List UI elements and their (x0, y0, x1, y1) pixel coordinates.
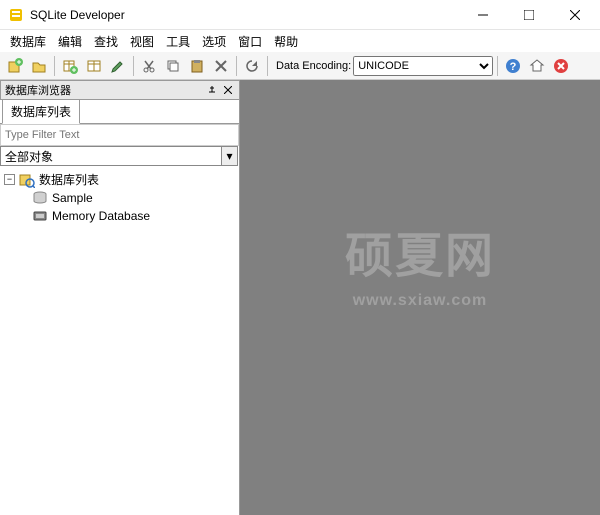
refresh-button[interactable] (241, 55, 263, 77)
menu-tool[interactable]: 工具 (160, 31, 196, 52)
encoding-label: Data Encoding: (276, 60, 351, 72)
menubar: 数据库 编辑 查找 视图 工具 选项 窗口 帮助 (0, 30, 600, 52)
toolbar: Data Encoding: UNICODE ? (0, 52, 600, 80)
menu-option[interactable]: 选项 (196, 31, 232, 52)
memory-db-icon (32, 208, 48, 224)
app-icon (8, 7, 24, 23)
menu-query[interactable]: 查找 (88, 31, 124, 52)
sidebar: 数据库浏览器 数据库列表 全部对象 ▾ − 数据库列表 Sample (0, 80, 240, 515)
new-db-button[interactable] (4, 55, 26, 77)
object-filter-combo[interactable]: 全部对象 ▾ (0, 146, 238, 166)
object-filter-value: 全部对象 (1, 148, 221, 165)
sidebar-tabs: 数据库列表 (0, 100, 239, 124)
tab-db-list[interactable]: 数据库列表 (2, 99, 80, 124)
separator (236, 56, 237, 76)
chevron-down-icon[interactable]: ▾ (221, 147, 237, 165)
main-area: 硕夏网 www.sxiaw.com (240, 80, 600, 515)
pin-icon[interactable] (205, 83, 219, 97)
collapse-icon[interactable]: − (4, 174, 15, 185)
open-db-button[interactable] (28, 55, 50, 77)
paste-button[interactable] (186, 55, 208, 77)
panel-close-icon[interactable] (221, 83, 235, 97)
separator (267, 56, 268, 76)
tree-item[interactable]: Sample (4, 189, 235, 207)
tree-root-label: 数据库列表 (39, 171, 99, 188)
tree-item-label: Sample (52, 191, 93, 205)
app-title: SQLite Developer (30, 8, 460, 22)
separator (133, 56, 134, 76)
separator (497, 56, 498, 76)
cut-button[interactable] (138, 55, 160, 77)
menu-window[interactable]: 窗口 (232, 31, 268, 52)
edit-button[interactable] (107, 55, 129, 77)
watermark-url: www.sxiaw.com (345, 292, 495, 310)
filter-input[interactable] (0, 124, 239, 146)
copy-button[interactable] (162, 55, 184, 77)
db-tree: − 数据库列表 Sample Memory Database (0, 166, 239, 515)
panel-header: 数据库浏览器 (0, 80, 239, 100)
panel-title-text: 数据库浏览器 (5, 82, 71, 98)
search-db-icon (19, 172, 35, 188)
tree-item[interactable]: Memory Database (4, 207, 235, 225)
menu-help[interactable]: 帮助 (268, 31, 304, 52)
home-button[interactable] (526, 55, 548, 77)
menu-view[interactable]: 视图 (124, 31, 160, 52)
menu-edit[interactable]: 编辑 (52, 31, 88, 52)
window-controls (460, 0, 598, 30)
encoding-select[interactable]: UNICODE (353, 56, 493, 76)
tree-root[interactable]: − 数据库列表 (4, 170, 235, 189)
separator (54, 56, 55, 76)
titlebar: SQLite Developer (0, 0, 600, 30)
menu-database[interactable]: 数据库 (4, 31, 52, 52)
stop-button[interactable] (550, 55, 572, 77)
watermark: 硕夏网 www.sxiaw.com (345, 216, 495, 310)
close-button[interactable] (552, 0, 598, 30)
svg-text:?: ? (510, 61, 517, 73)
watermark-text: 硕夏网 (345, 216, 495, 286)
minimize-button[interactable] (460, 0, 506, 30)
tree-item-label: Memory Database (52, 209, 150, 223)
add-table-button[interactable] (59, 55, 81, 77)
main-split: 数据库浏览器 数据库列表 全部对象 ▾ − 数据库列表 Sample (0, 80, 600, 515)
help-button[interactable]: ? (502, 55, 524, 77)
db-icon (32, 190, 48, 206)
maximize-button[interactable] (506, 0, 552, 30)
table-button[interactable] (83, 55, 105, 77)
delete-button[interactable] (210, 55, 232, 77)
